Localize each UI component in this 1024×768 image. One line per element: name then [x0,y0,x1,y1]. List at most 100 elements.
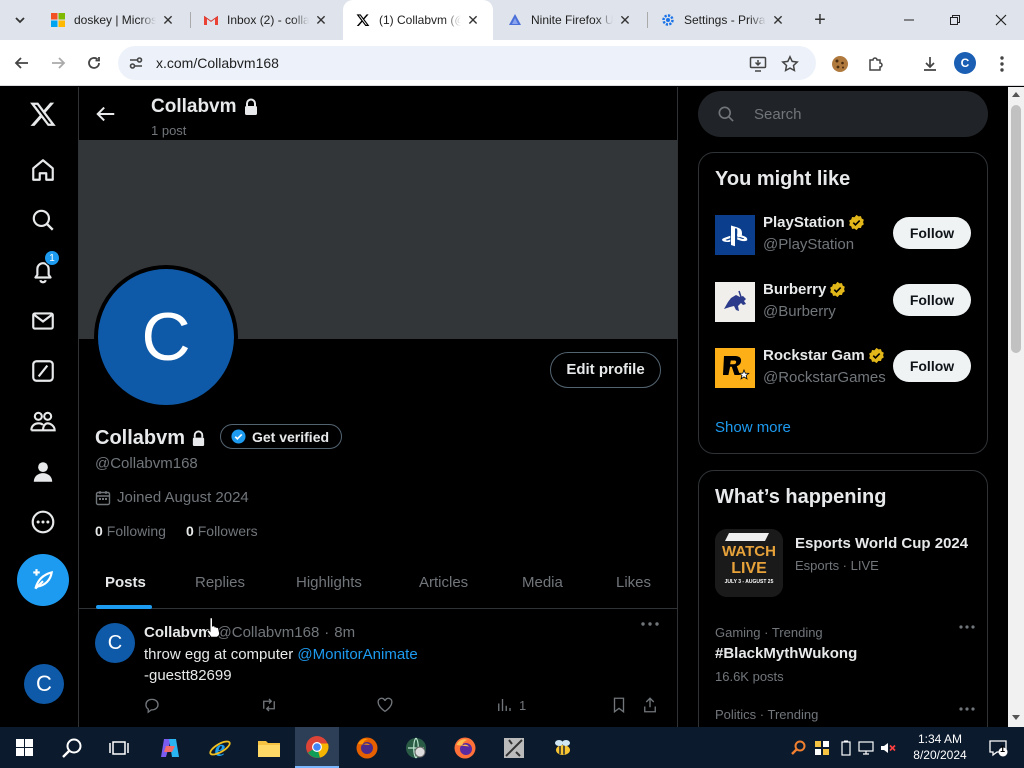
taskbar-bee-app[interactable] [541,727,585,768]
taskbar-ie[interactable]: e [198,727,242,768]
close-tab-icon[interactable]: ✕ [313,12,329,28]
nav-home[interactable] [28,155,58,185]
bookmark-button[interactable] [611,696,627,714]
tab-likes[interactable]: Likes [616,574,651,591]
tab-highlights[interactable]: Highlights [296,574,362,591]
install-app-button[interactable] [746,52,770,76]
post-more-button[interactable] [641,622,659,626]
nav-profile[interactable] [28,457,58,487]
site-info-icon[interactable] [126,53,146,73]
reload-button[interactable] [82,51,106,75]
browser-tab-settings[interactable]: Settings - Priva ✕ [648,0,798,40]
restore-button[interactable] [932,0,978,40]
browser-tab-doskey[interactable]: doskey | Micros ✕ [38,0,188,40]
tray-network-icon[interactable] [857,739,875,757]
follow-button[interactable]: Follow [893,284,971,316]
nav-explore[interactable] [28,205,58,235]
forward-button[interactable] [46,51,70,75]
close-window-button[interactable] [978,0,1024,40]
close-tab-icon[interactable]: ✕ [617,12,633,28]
tray-security-icon[interactable] [813,739,831,757]
profile-avatar[interactable]: C [94,265,238,409]
like-button[interactable] [376,696,394,714]
browser-tab-ninite[interactable]: Ninite Firefox U ✕ [495,0,645,40]
taskbar-file-explorer[interactable] [247,727,291,768]
trend-item[interactable]: Gaming · Trending #BlackMythWukong 16.6K… [715,625,975,684]
cookie-extension-button[interactable] [828,52,852,76]
suggested-account[interactable]: Rockstar Gam @RockstarGames Follow [715,346,975,390]
tab-replies[interactable]: Replies [195,574,245,591]
close-tab-icon[interactable]: ✕ [465,12,481,28]
scroll-up-arrow[interactable] [1012,92,1020,97]
reply-button[interactable] [143,696,161,714]
trend-item[interactable]: Politics · Trending [715,707,975,722]
downloads-button[interactable] [918,52,942,76]
nav-grok[interactable] [28,356,58,386]
scrollbar-thumb[interactable] [1011,105,1021,353]
address-bar[interactable]: x.com/Collabvm168 [118,46,816,80]
post-author-name[interactable]: Collabvm [144,624,212,641]
tray-search-icon[interactable] [789,739,807,757]
taskbar-search-button[interactable] [50,727,94,768]
post-item[interactable]: C Collabvm @Collabvm168 · 8m throw egg a… [79,610,677,727]
playstation-avatar[interactable] [715,215,755,255]
minimize-button[interactable] [886,0,932,40]
show-more-link[interactable]: Show more [715,419,791,436]
page-scrollbar[interactable] [1008,87,1024,727]
account-avatar[interactable]: C [24,664,64,704]
taskbar-copilot[interactable] [148,727,192,768]
share-button[interactable] [642,696,658,714]
taskbar-tool-app[interactable] [492,727,536,768]
following-link[interactable]: 0 Following [95,523,166,539]
tab-media[interactable]: Media [522,574,563,591]
taskbar-clock[interactable]: 1:34 AM 8/20/2024 [904,731,976,763]
new-tab-button[interactable]: + [808,8,832,32]
suggested-account[interactable]: Burberry @Burberry Follow [715,280,975,324]
edit-profile-button[interactable]: Edit profile [550,352,661,388]
event-name[interactable]: Esports World Cup 2024 [795,535,968,552]
follow-button[interactable]: Follow [893,350,971,382]
action-center-button[interactable]: 1 [976,727,1020,768]
browser-tab-inbox[interactable]: Inbox (2) - colla ✕ [191,0,341,40]
taskbar-chrome[interactable] [295,727,339,768]
event-thumbnail[interactable]: WATCH LIVE JULY 3 - AUGUST 25 [715,529,783,597]
start-button[interactable] [2,727,46,768]
tab-articles[interactable]: Articles [419,574,468,591]
task-view-button[interactable] [97,727,141,768]
tray-battery-icon[interactable] [837,739,855,757]
suggested-account[interactable]: PlayStation @PlayStation Follow [715,213,975,257]
burberry-avatar[interactable] [715,282,755,322]
back-button[interactable] [10,51,34,75]
tab-posts[interactable]: Posts [105,574,146,591]
scroll-down-arrow[interactable] [1012,715,1020,720]
profile-avatar-button[interactable]: C [954,52,976,74]
arrow-left-icon[interactable] [95,103,117,125]
nav-more[interactable] [28,507,58,537]
browser-menu-button[interactable] [990,52,1014,76]
search-box[interactable] [698,91,988,137]
tab-search-button[interactable] [8,8,32,32]
search-input[interactable] [754,105,954,123]
bookmark-star-button[interactable] [778,52,802,76]
browser-tab-collabvm[interactable]: (1) Collabvm (@ ✕ [343,0,493,40]
trend-more-button[interactable] [959,625,975,629]
followers-link[interactable]: 0 Followers [186,523,258,539]
close-tab-icon[interactable]: ✕ [160,12,176,28]
compose-post-button[interactable] [17,554,69,606]
nav-messages[interactable] [28,306,58,336]
extensions-button[interactable] [864,52,888,76]
trend-more-button[interactable] [959,707,975,711]
rockstar-avatar[interactable] [715,348,755,388]
nav-notifications[interactable]: 1 [28,250,60,286]
follow-button[interactable]: Follow [893,217,971,249]
post-avatar[interactable]: C [95,623,135,663]
close-tab-icon[interactable]: ✕ [770,12,786,28]
x-logo-link[interactable] [28,99,58,129]
taskbar-firefox[interactable] [443,727,487,768]
post-time[interactable]: 8m [334,624,355,641]
taskbar-network-app[interactable] [394,727,438,768]
repost-button[interactable] [259,696,279,714]
post-author-handle[interactable]: @Collabvm168 [217,624,320,641]
taskbar-firefox-dev[interactable] [345,727,389,768]
views-button[interactable]: 1 [495,696,526,714]
